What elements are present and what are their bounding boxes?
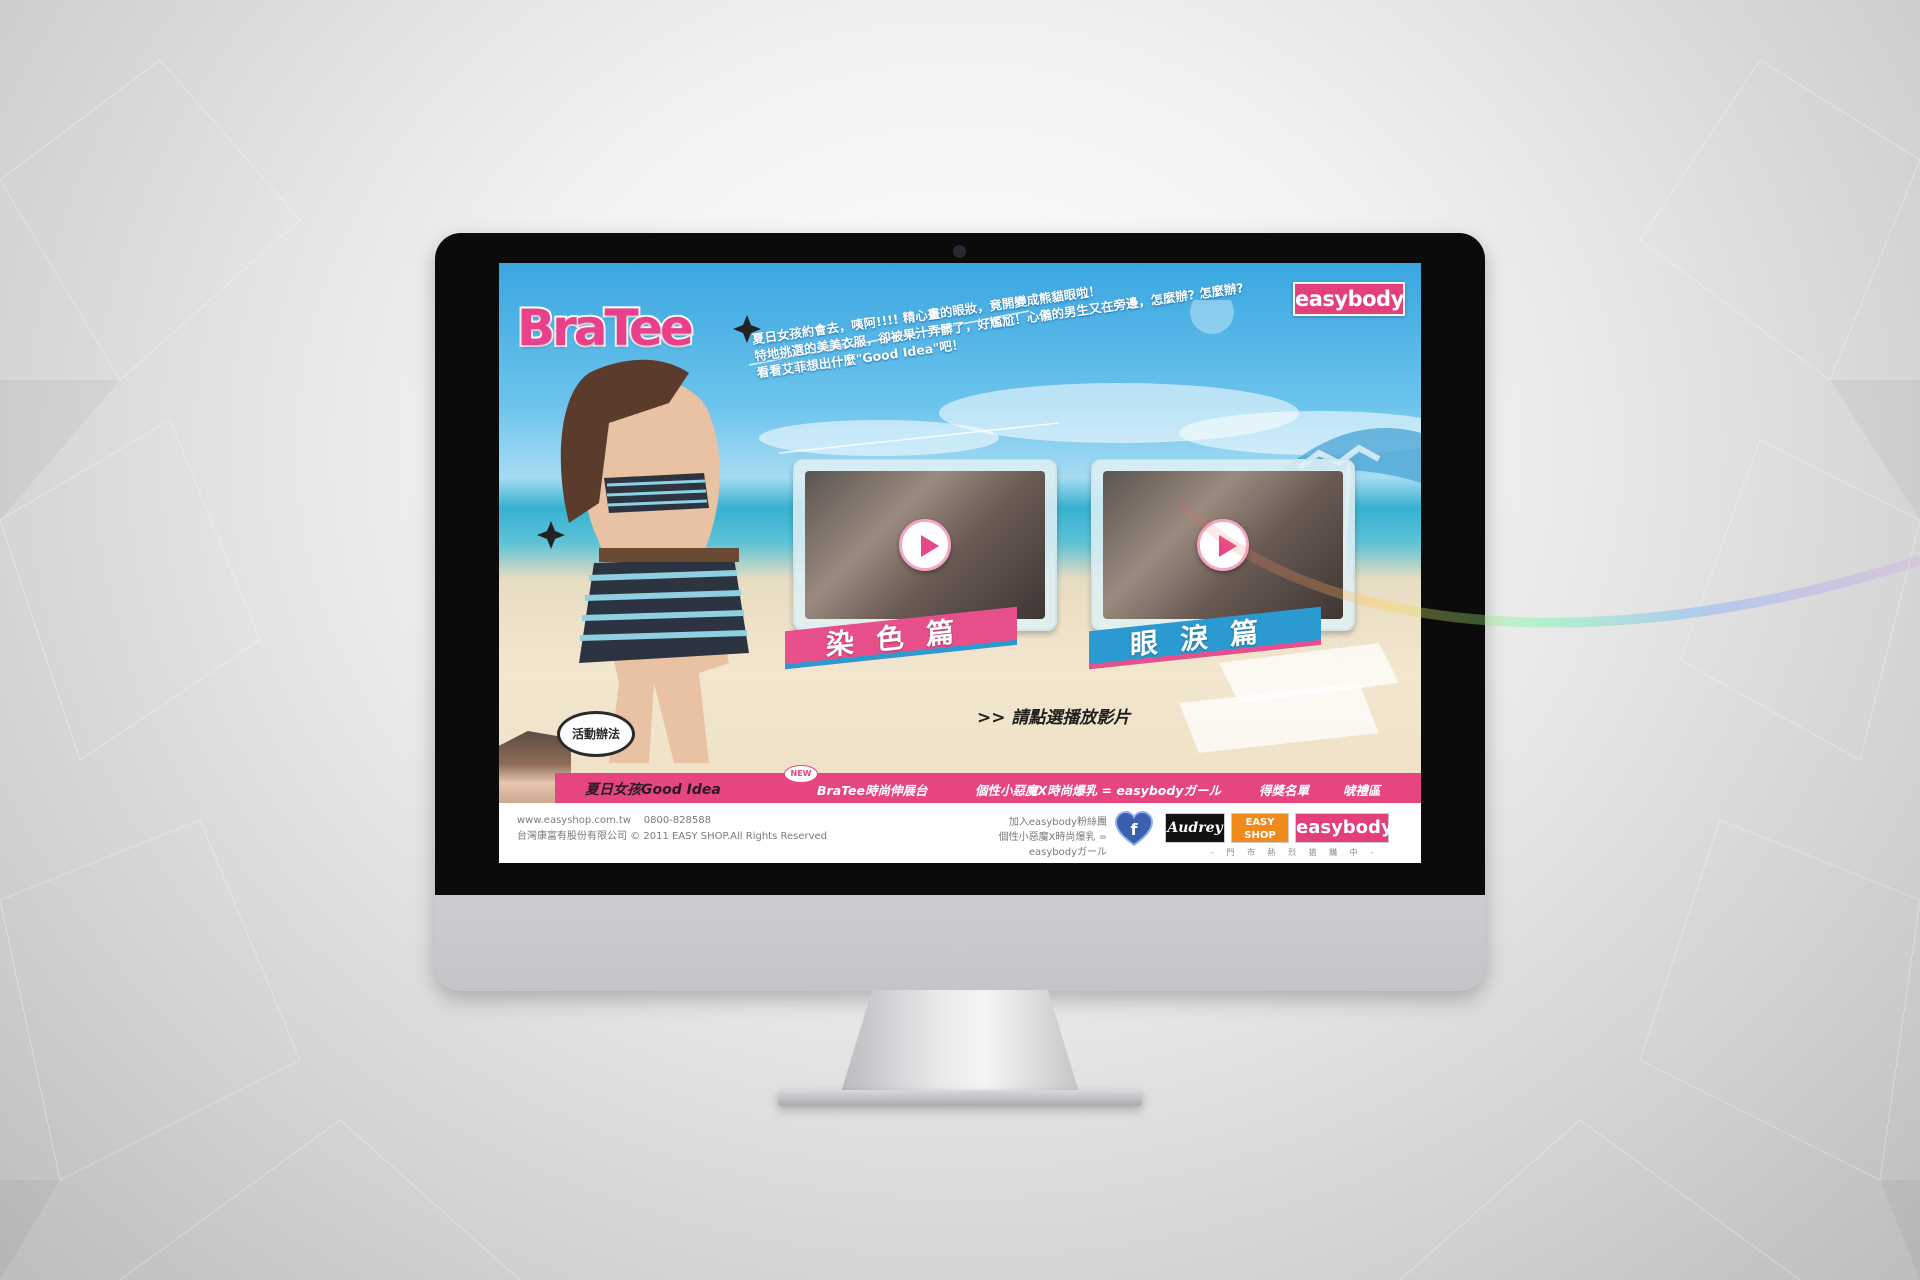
hint-text: 請點選播放影片 [1011, 708, 1131, 728]
fb-slogan: 個性小惡魔X時尚爆乳 = easybodyガール [998, 832, 1107, 858]
easybody-logo[interactable]: easybody [1293, 282, 1405, 316]
nav-item-runway[interactable]: BraTee時尚伸展台 [817, 780, 928, 799]
footer-info: www.easyshop.com.tw 0800-828588 台灣康富有股份有… [517, 813, 827, 845]
easybody-footer-logo[interactable]: easybody [1295, 813, 1393, 843]
audrey-logo[interactable]: Audrey [1165, 813, 1225, 843]
monitor-stand-foot [778, 1090, 1142, 1106]
activity-rules-bubble[interactable]: 活動辦法 [557, 711, 635, 757]
facebook-heart-icon[interactable]: f [1115, 811, 1153, 847]
camera-icon [953, 245, 966, 258]
play-icon[interactable] [1197, 519, 1249, 571]
fb-join-text[interactable]: 加入easybody粉絲團 [957, 815, 1107, 830]
apple-logo-icon [953, 935, 966, 954]
nav-item-winners[interactable]: 得獎名單 [1259, 780, 1309, 799]
monitor-stand [838, 990, 1082, 1102]
video-thumbnail[interactable] [805, 471, 1045, 619]
easyshop-logo[interactable]: EASY SHOP [1231, 813, 1289, 843]
new-badge: NEW [784, 765, 818, 783]
play-icon[interactable] [899, 519, 951, 571]
footer-phone: 0800-828588 [643, 815, 711, 826]
footer-copyright: 台灣康富有股份有限公司 © 2011 EASY SHOP.All Rights … [517, 831, 828, 842]
video-card-tears[interactable] [1091, 459, 1355, 631]
nav-item-summer-girl[interactable]: 夏日女孩Good Idea [585, 779, 721, 799]
website-screen: BraTee easybody 夏日女孩約會去，咦阿!!!! 精心畫的眼妝，竟開… [499, 263, 1421, 863]
video-card-dye[interactable] [793, 459, 1057, 631]
hint-arrow-icon: >> [977, 708, 1006, 728]
svg-text:f: f [1131, 820, 1139, 839]
play-hint: >> 請點選播放影片 [977, 703, 1130, 728]
facebook-promo: 加入easybody粉絲團 個性小惡魔X時尚爆乳 = easybodyガール [957, 815, 1107, 860]
bratee-logo[interactable]: BraTee [515, 297, 696, 359]
model-figure [560, 359, 749, 763]
stores-note: - 門 市 熱 烈 搶 購 中 - [1211, 848, 1379, 857]
footer: www.easyshop.com.tw 0800-828588 台灣康富有股份有… [499, 803, 1421, 863]
nav-item-easybody-girl[interactable]: 個性小惡魔X時尚爆乳 = easybodyガール [975, 780, 1221, 799]
hero-banner: BraTee easybody 夏日女孩約會去，咦阿!!!! 精心畫的眼妝，竟開… [499, 263, 1421, 773]
footer-site-link[interactable]: www.easyshop.com.tw [517, 815, 631, 826]
video-thumbnail[interactable] [1103, 471, 1343, 619]
nav-item-gifts[interactable]: 唬禮區 [1343, 780, 1381, 799]
main-nav: 夏日女孩Good Idea NEW BraTee時尚伸展台 個性小惡魔X時尚爆乳… [555, 765, 1421, 803]
